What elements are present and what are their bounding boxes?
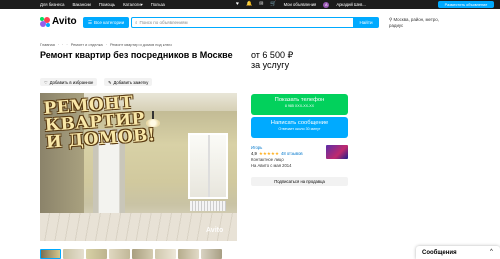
price-value: от 6 500 ₽ xyxy=(251,50,294,60)
link-vacancies[interactable]: Вакансии xyxy=(72,2,90,7)
thumbnail[interactable] xyxy=(109,249,130,259)
note-icon: ✎ xyxy=(108,79,112,85)
thumbnail[interactable] xyxy=(132,249,153,259)
breadcrumb-repair[interactable]: Ремонт и отделка xyxy=(71,42,103,47)
write-message-label: Написать сообщение xyxy=(270,120,329,126)
link-benefit[interactable]: Польза xyxy=(151,2,165,7)
cart-icon[interactable]: 🛒 xyxy=(270,2,276,7)
listing-photo[interactable]: РЕМОНТ КВАРТИР И ДОМОВ! Avito xyxy=(40,93,237,241)
top-bar: Для бизнеса Вакансии Помощь Каталоги▾ По… xyxy=(0,0,500,9)
link-help[interactable]: Помощь xyxy=(99,2,115,7)
photo-watermark: Avito xyxy=(206,227,224,234)
page-title: Ремонт квартир без посредников в Москве xyxy=(40,50,233,60)
thumbnail[interactable] xyxy=(155,249,176,259)
phone-number-masked: 8 985 XXX-XX-XX xyxy=(284,104,315,108)
breadcrumb-separator: · xyxy=(57,42,60,47)
breadcrumb-separator: · xyxy=(105,42,107,47)
subscribe-seller-button[interactable]: Подписаться на продавца xyxy=(251,177,348,186)
thumbnail[interactable] xyxy=(201,249,222,259)
breadcrumb: Главная · · · Ремонт и отделка · Ремонт … xyxy=(40,42,172,47)
messages-panel[interactable]: Сообщения ^ xyxy=(416,246,500,259)
reviews-link[interactable]: 48 отзывов xyxy=(281,151,303,157)
add-favorite-label: Добавить в избранное xyxy=(49,79,94,85)
search-input[interactable]: ⌕ Поиск по объявлениям xyxy=(131,17,354,28)
location-line1: Москва, район, метро, xyxy=(393,17,439,22)
location-selector[interactable]: ⚲ Москва, район, метро, радиус xyxy=(389,17,459,29)
place-ad-button[interactable]: Разместить объявление xyxy=(438,1,494,8)
seller-since: На Авито с мая 2014 xyxy=(251,163,292,168)
thumbnail[interactable] xyxy=(63,249,84,259)
all-categories-label: Все категории xyxy=(93,20,125,25)
seller-avatar[interactable] xyxy=(326,145,348,159)
my-ads-link[interactable]: Мои объявления xyxy=(284,2,317,7)
logo-text: Avito xyxy=(52,16,77,27)
location-pin-icon: ⚲ xyxy=(389,17,393,22)
menu-icon: ☰ xyxy=(87,19,92,25)
thumbnail[interactable] xyxy=(86,249,107,259)
thumbnail[interactable] xyxy=(40,249,61,259)
search-placeholder: Поиск по объявлениям xyxy=(139,20,188,25)
heart-icon[interactable]: ♥ xyxy=(236,2,239,7)
breadcrumb-home[interactable]: Главная xyxy=(40,42,55,47)
add-note-label: Добавить заметку xyxy=(113,79,149,85)
envelope-icon[interactable]: ✉ xyxy=(259,2,263,7)
find-button[interactable]: Найти xyxy=(353,17,379,28)
avatar[interactable]: A xyxy=(323,1,330,8)
price-unit: за услугу xyxy=(251,60,290,70)
show-phone-button[interactable]: Показать телефон 8 985 XXX-XX-XX xyxy=(251,94,348,115)
link-business[interactable]: Для бизнеса xyxy=(40,2,64,7)
all-categories-button[interactable]: ☰ Все категории xyxy=(83,17,129,28)
show-phone-label: Показать телефон xyxy=(274,97,325,103)
avito-logo[interactable]: Avito xyxy=(40,16,77,27)
breadcrumb-turnkey[interactable]: Ремонт квартир и домов под ключ xyxy=(110,42,172,47)
logo-dots-icon xyxy=(40,16,50,27)
search-icon: ⌕ xyxy=(135,20,138,25)
write-message-button[interactable]: Написать сообщение Отвечает около 30 мин… xyxy=(251,117,348,138)
response-time: Отвечает около 30 минут xyxy=(278,127,321,131)
link-catalogs[interactable]: Каталоги▾ xyxy=(123,2,143,7)
user-name[interactable]: Аркадий Шев... xyxy=(336,2,366,7)
breadcrumb-separator: · xyxy=(66,42,68,47)
bell-icon[interactable]: 🔔 xyxy=(246,2,252,7)
photo-overlay-text: РЕМОНТ КВАРТИР И ДОМОВ! xyxy=(42,93,157,153)
heart-icon: ♡ xyxy=(44,79,48,85)
breadcrumb-separator: · xyxy=(62,42,64,47)
location-line2: радиус xyxy=(389,23,404,28)
chevron-up-icon[interactable]: ^ xyxy=(490,249,493,255)
photo-thumbnails xyxy=(40,249,222,259)
chevron-down-icon: ▾ xyxy=(140,2,143,7)
thumbnail[interactable] xyxy=(178,249,199,259)
add-favorite-button[interactable]: ♡ Добавить в избранное xyxy=(40,78,98,86)
add-note-button[interactable]: ✎ Добавить заметку xyxy=(104,78,153,86)
messages-label: Сообщения xyxy=(422,249,457,256)
price: от 6 500 ₽ за услугу xyxy=(251,50,351,70)
